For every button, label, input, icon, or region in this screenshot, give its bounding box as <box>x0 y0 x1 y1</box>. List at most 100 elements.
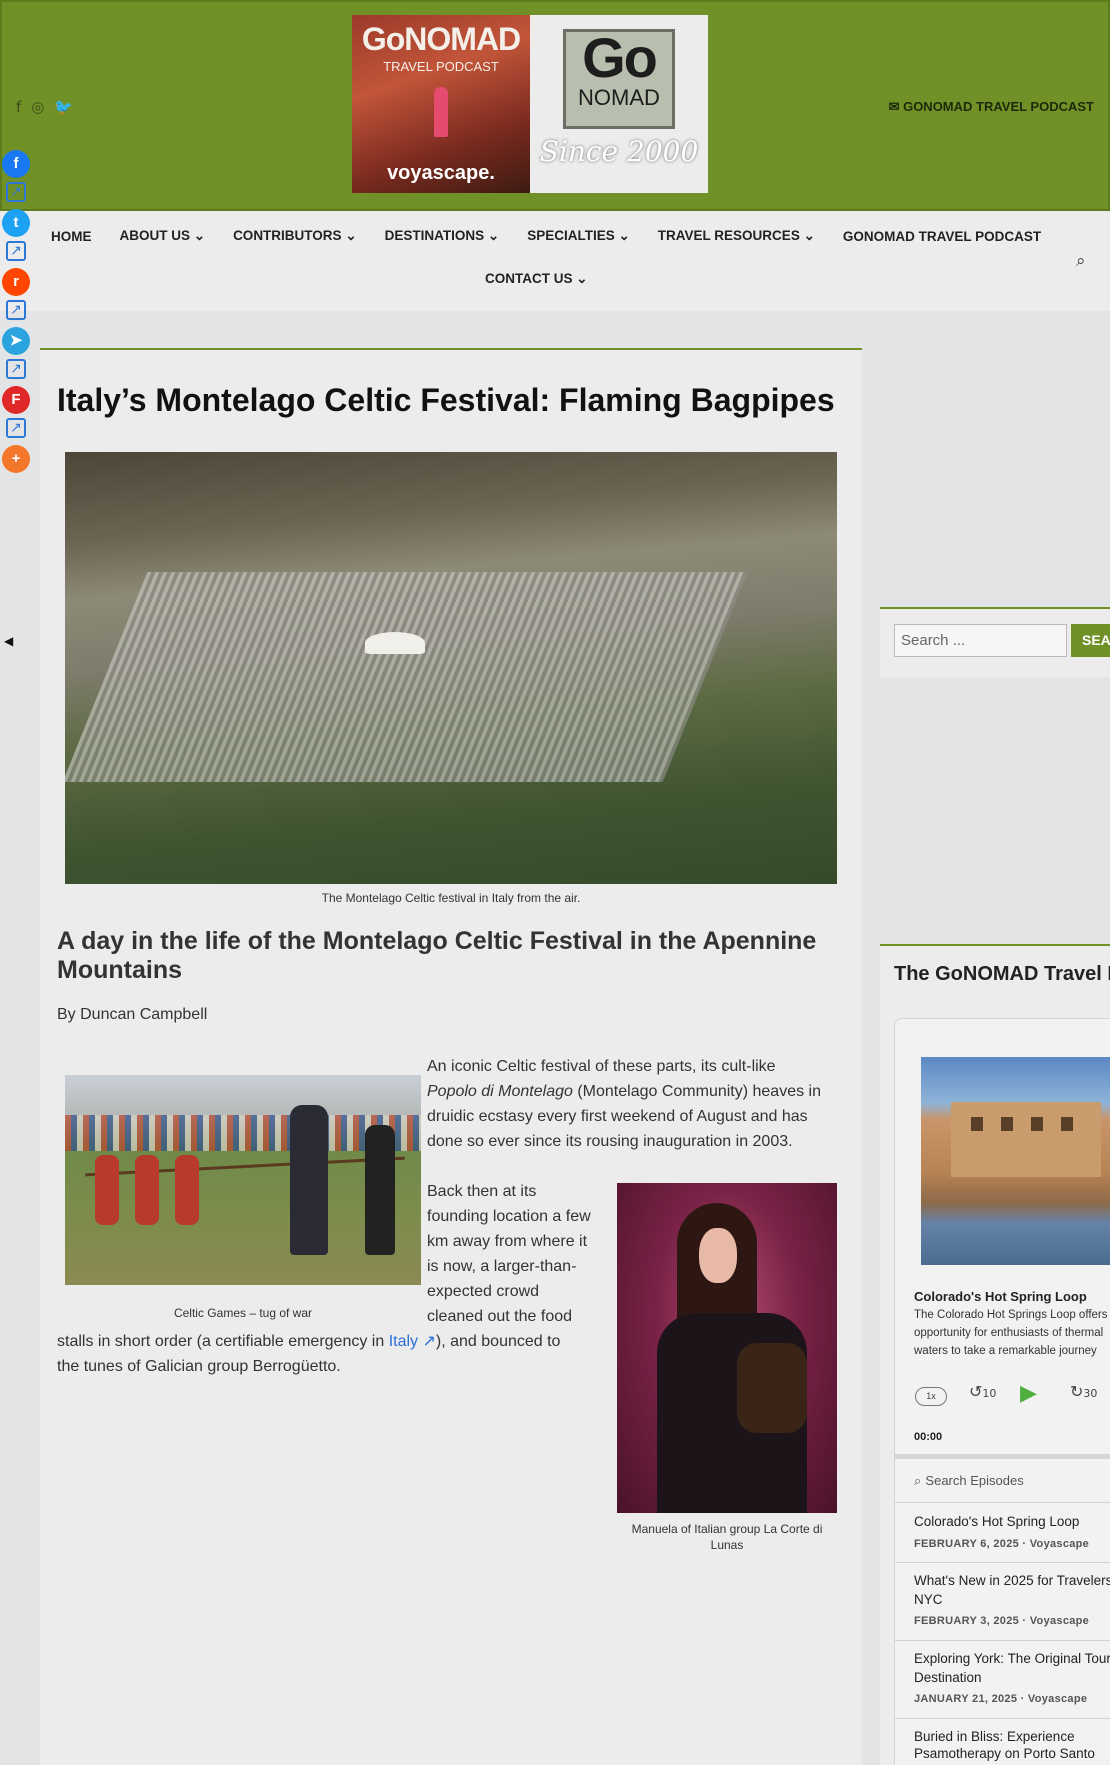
tent-dome <box>365 632 425 654</box>
desc-line: opportunity for enthusiasts of thermal <box>914 1327 1104 1339</box>
episode-title[interactable]: Buried in Bliss: Experience <box>914 1728 1075 1746</box>
now-playing-desc: The Colorado Hot Springs Loop offers opp… <box>914 1306 1110 1360</box>
share-external[interactable]: ↗ <box>0 237 32 267</box>
share-facebook[interactable]: f <box>0 148 32 178</box>
italy-link[interactable]: Italy ↗ <box>389 1333 436 1350</box>
facebook-icon[interactable]: f <box>16 98 21 116</box>
share-external[interactable]: ↗ <box>0 178 32 208</box>
playback-time: 00:00 <box>914 1431 943 1443</box>
external-link-icon: ↗ <box>6 299 26 320</box>
search-icon: ⌕ <box>914 1474 926 1489</box>
header-podcast-link[interactable]: ✉ GONOMAD TRAVEL PODCAST <box>889 99 1094 115</box>
collapse-icon[interactable]: ◀ <box>4 634 13 648</box>
para-line: done so ever since its rousing inaugurat… <box>427 1133 793 1150</box>
para-text: (Montelago Community) heaves in <box>572 1083 821 1100</box>
hotel-building <box>951 1102 1101 1177</box>
share-external[interactable]: ↗ <box>0 355 32 385</box>
referee-figure <box>290 1105 328 1255</box>
search-episodes[interactable]: ⌕ Search Episodes <box>914 1473 1024 1489</box>
episode-title-cont[interactable]: NYC <box>914 1591 943 1609</box>
gonomad-podcast-logo[interactable]: GoNOMAD TRAVEL PODCAST voyascape. <box>352 15 530 193</box>
para-line: stalls in short order (a certifiable eme… <box>57 1329 617 1354</box>
search-icon[interactable]: ⌕ <box>1076 251 1086 271</box>
hero-image <box>65 452 837 884</box>
episode-title[interactable]: Exploring York: The Original Tourist <box>914 1650 1110 1668</box>
sidebar-search-button[interactable]: SEARCH <box>1071 624 1110 657</box>
rewind-icon[interactable]: ↺10 <box>969 1382 996 1401</box>
play-icon[interactable]: ▶ <box>1020 1381 1037 1406</box>
external-link-icon: ↗ <box>6 240 26 261</box>
bagpipe <box>737 1343 807 1433</box>
episode-title[interactable]: What's New in 2025 for Travelers in <box>914 1572 1110 1590</box>
desc-line: The Colorado Hot Springs Loop offers <box>914 1309 1108 1321</box>
episode-meta: FEBRUARY 3, 2025 · Voyascape <box>914 1615 1090 1627</box>
para-line: An iconic Celtic festival of these parts… <box>427 1058 776 1075</box>
share-telegram[interactable]: ➤ <box>0 325 32 355</box>
facebook-icon: f <box>2 150 30 178</box>
para-line: cleaned out the food <box>427 1308 573 1325</box>
share-external[interactable]: ↗ <box>0 414 32 444</box>
rope <box>85 1156 405 1177</box>
divider <box>895 1640 1110 1641</box>
nav-destinations[interactable]: DESTINATIONS ⌄ <box>385 228 500 244</box>
window <box>1061 1117 1073 1131</box>
hero-caption: The Montelago Celtic festival in Italy f… <box>321 891 581 905</box>
logo-go: Go <box>582 26 658 89</box>
episode-title[interactable]: Colorado's Hot Spring Loop <box>914 1513 1079 1531</box>
para-line: Popolo di Montelago (Montelago Community… <box>427 1079 847 1104</box>
hiker-figure <box>434 87 448 137</box>
voyascape-text: voyascape. <box>387 162 495 184</box>
share-more[interactable]: + <box>0 443 32 473</box>
nav-about-us[interactable]: ABOUT US ⌄ <box>120 228 206 244</box>
share-reddit[interactable]: r <box>0 266 32 296</box>
para-line: km away from where it <box>427 1233 588 1250</box>
instagram-icon[interactable]: ◎ <box>31 98 44 116</box>
progress-bar[interactable] <box>895 1454 1110 1459</box>
desc-line: waters to take a remarkable journey <box>914 1345 1097 1357</box>
celtic-games-image <box>65 1075 421 1285</box>
share-external[interactable]: ↗ <box>0 296 32 326</box>
podcast-heading: The GoNOMAD Travel Podcast <box>894 963 1110 985</box>
kilted-player <box>175 1155 199 1225</box>
playback-speed-button[interactable]: 1x <box>915 1387 947 1406</box>
campsite-area <box>65 572 748 782</box>
nav-contact-us[interactable]: CONTACT US ⌄ <box>485 271 588 287</box>
search-episodes-label: Search Episodes <box>925 1473 1024 1488</box>
twitter-icon: t <box>2 209 30 237</box>
nav-contributors[interactable]: CONTRIBUTORS ⌄ <box>233 228 357 244</box>
telegram-icon: ➤ <box>2 327 30 355</box>
article-subtitle: A day in the life of the Montelago Celti… <box>57 927 817 984</box>
nav-home[interactable]: HOME <box>51 229 92 244</box>
divider <box>895 1502 1110 1503</box>
window <box>1031 1117 1043 1131</box>
paragraph-2-cont: stalls in short order (a certifiable eme… <box>57 1329 617 1379</box>
flipboard-icon: F <box>2 386 30 414</box>
forward-icon[interactable]: ↻30 <box>1070 1382 1097 1401</box>
episode-title-cont[interactable]: Destination <box>914 1669 982 1687</box>
external-link-icon: ↗ <box>6 358 26 379</box>
paragraph-2: Back then at its founding location a few… <box>427 1179 607 1329</box>
logo-since: Since 2000 <box>539 135 699 168</box>
window <box>1001 1117 1013 1131</box>
gonomad-logo[interactable]: Go NOMAD Since 2000 <box>530 15 708 193</box>
window <box>971 1117 983 1131</box>
share-twitter[interactable]: t <box>0 207 32 237</box>
social-links: f ◎ 🐦 <box>16 98 73 116</box>
piper-image <box>617 1183 837 1513</box>
sidebar-search-input[interactable]: Search ... <box>894 624 1067 657</box>
byline: By Duncan Campbell <box>57 1006 208 1023</box>
face <box>699 1228 737 1283</box>
para-line: is now, a larger-than- <box>427 1258 577 1275</box>
episode-meta: FEBRUARY 6, 2025 · Voyascape <box>914 1538 1090 1550</box>
share-flipboard[interactable]: F <box>0 384 32 414</box>
nav-specialties[interactable]: SPECIALTIES ⌄ <box>527 228 630 244</box>
paragraph-1: An iconic Celtic festival of these parts… <box>427 1054 847 1154</box>
twitter-icon[interactable]: 🐦 <box>54 98 73 116</box>
kilted-player <box>135 1155 159 1225</box>
episode-title-cont[interactable]: Psamotherapy on Porto Santo <box>914 1745 1095 1763</box>
now-playing-title: Colorado's Hot Spring Loop <box>914 1289 1087 1304</box>
nav-travel-resources[interactable]: TRAVEL RESOURCES ⌄ <box>658 228 815 244</box>
external-link-icon: ↗ <box>6 417 26 438</box>
site-header: f ◎ 🐦 GoNOMAD TRAVEL PODCAST voyascape. … <box>0 0 1110 211</box>
nav-podcast[interactable]: GONOMAD TRAVEL PODCAST <box>843 229 1041 244</box>
